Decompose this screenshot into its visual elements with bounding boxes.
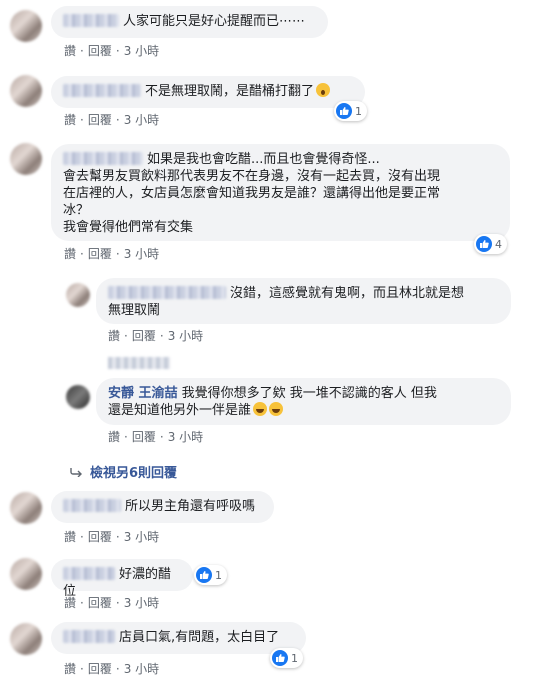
blurred-author-name[interactable] [63,84,141,97]
comment-actions: 讚 · 回覆 · 3 小時 [64,247,160,261]
like-icon [336,103,352,119]
comment-actions: 讚 · 回覆 · 3 小時 [64,113,160,127]
astonished-emoji-icon [316,83,331,97]
like-icon [272,650,288,666]
avatar[interactable] [66,385,90,409]
comment-text-line: 如果是我也會吃醋...而且也會覺得奇怪... [147,152,380,167]
comment-bubble: 好濃的醋位 [51,559,193,599]
comment-text: 不是無理取鬧，是醋桶打翻了 [145,84,315,99]
avatar[interactable] [10,143,42,175]
reaction-count: 1 [215,568,222,582]
timestamp[interactable]: 3 小時 [168,329,203,343]
comment-bubble: 所以男主角還有呼吸嗎 [51,491,274,523]
timestamp[interactable]: 3 小時 [124,247,159,261]
like-link[interactable]: 讚 [64,530,76,544]
like-icon [476,236,492,252]
comment-actions: 讚 · 回覆 · 3 小時 [64,44,160,58]
like-link[interactable]: 讚 [108,430,120,444]
blurred-author-name[interactable] [108,286,226,299]
reply-link[interactable]: 回覆 [88,247,112,261]
blurred-author-name[interactable] [63,499,121,512]
reply-link[interactable]: 回覆 [88,530,112,544]
comment-actions: 讚 · 回覆 · 3 小時 [64,596,160,610]
comment-text-line: 還是知道他另外一伴是誰 [108,403,252,418]
timestamp[interactable]: 3 小時 [168,430,203,444]
like-link[interactable]: 讚 [64,662,76,676]
reaction-count: 1 [291,651,298,665]
like-link[interactable]: 讚 [64,247,76,261]
avatar[interactable] [10,623,42,655]
comment-text-line: 沒錯，這感覺就有鬼啊，而且林北就是想 [230,286,465,301]
blurred-author-name[interactable] [63,14,119,27]
comment-text-line: 我覺得你想多了欸 我一堆不認識的客人 但我 [181,386,437,401]
like-link[interactable]: 讚 [64,113,76,127]
timestamp[interactable]: 3 小時 [124,662,159,676]
comment-text-line: 在店裡的人，女店員怎麼會知道我男友是誰？還講得出他是要正常 [63,186,441,201]
reaction-summary[interactable]: 1 [270,648,303,668]
blurred-author-name[interactable] [63,152,143,165]
comment-text-line: 無理取鬧 [108,303,161,318]
avatar[interactable] [10,492,42,524]
reply-link[interactable]: 回覆 [132,329,156,343]
reaction-summary[interactable]: 4 [474,234,507,254]
comment-bubble: 不是無理取鬧，是醋桶打翻了 [51,76,365,108]
comment-text: 店員口氣,有問題，太白目了 [119,630,280,645]
timestamp[interactable]: 3 小時 [124,596,159,610]
comment-actions: 讚 · 回覆 · 3 小時 [64,662,160,676]
view-more-replies[interactable]: 檢視另6則回覆 [70,462,177,481]
reaction-count: 1 [355,104,362,118]
avatar[interactable] [10,10,42,42]
author-name[interactable]: 安靜 王渝喆 [108,386,178,401]
reply-link[interactable]: 回覆 [88,596,112,610]
avatar[interactable] [66,283,90,307]
comment-bubble: 安靜 王渝喆 我覺得你想多了欸 我一堆不認識的客人 但我 還是知道他另外一伴是誰 [96,378,511,425]
timestamp[interactable]: 3 小時 [124,113,159,127]
like-link[interactable]: 讚 [108,329,120,343]
reply-link[interactable]: 回覆 [132,430,156,444]
comment-text-line: 我會覺得他們常有交集 [63,220,194,235]
blurred-content [108,357,170,369]
like-link[interactable]: 讚 [64,596,76,610]
reply-link[interactable]: 回覆 [88,44,112,58]
reply-link[interactable]: 回覆 [88,113,112,127]
avatar[interactable] [10,75,42,107]
comment-text: 所以男主角還有呼吸嗎 [125,499,256,514]
reaction-summary[interactable]: 1 [334,101,367,121]
comment-bubble: 人家可能只是好心提醒而已⋯⋯ [51,6,328,38]
reply-arrow-icon [70,466,84,481]
comment-text: 人家可能只是好心提醒而已⋯⋯ [123,14,306,29]
comment-text-line: 會去幫男友買飲料那代表男友不在身邊，沒有一起去買，沒有出現 [63,169,441,184]
comment-bubble: 沒錯，這感覺就有鬼啊，而且林北就是想 無理取鬧 [96,278,511,324]
comment-actions: 讚 · 回覆 · 3 小時 [108,430,204,444]
reaction-count: 4 [495,237,502,251]
blurred-author-name[interactable] [63,567,115,580]
comment-bubble: 如果是我也會吃醋...而且也會覺得奇怪... 會去幫男友買飲料那代表男友不在身邊… [51,144,510,241]
blurred-author-name[interactable] [63,630,115,643]
like-icon [196,567,212,583]
timestamp[interactable]: 3 小時 [124,530,159,544]
avatar[interactable] [10,558,42,590]
reaction-summary[interactable]: 1 [194,565,227,585]
timestamp[interactable]: 3 小時 [124,44,159,58]
comment-text-line: 冰？ [63,203,90,218]
comment-actions: 讚 · 回覆 · 3 小時 [108,329,204,343]
reply-link[interactable]: 回覆 [88,662,112,676]
comment-actions: 讚 · 回覆 · 3 小時 [64,530,160,544]
comment-bubble: 店員口氣,有問題，太白目了 [51,622,306,654]
laugh-emoji-icon [253,402,268,416]
laugh-emoji-icon [269,402,284,416]
like-link[interactable]: 讚 [64,44,76,58]
